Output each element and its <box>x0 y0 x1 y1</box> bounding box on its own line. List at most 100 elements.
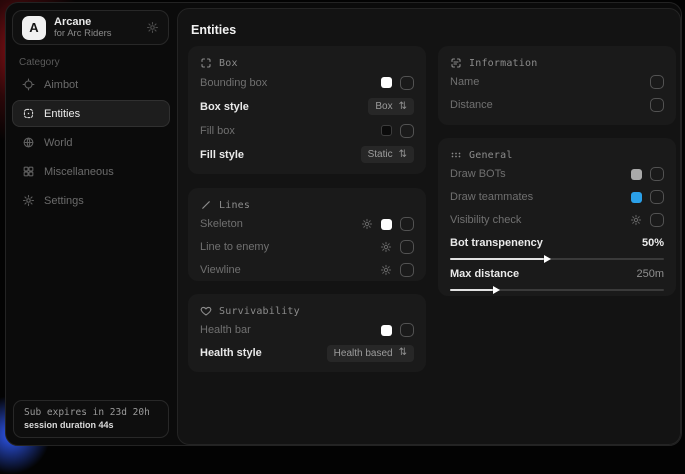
brand-text: Arcane for Arc Riders <box>54 16 112 40</box>
color-swatch[interactable] <box>631 192 642 203</box>
page-title: Entities <box>191 23 236 37</box>
checkbox-visibility-check[interactable] <box>650 213 664 227</box>
checkbox-skeleton[interactable] <box>400 217 414 231</box>
setting-row-draw-teammates: Draw teammates <box>450 186 664 208</box>
slider-fill[interactable] <box>450 289 493 291</box>
scan-text-icon <box>450 57 462 69</box>
color-swatch[interactable] <box>381 77 392 88</box>
card-box: Box Bounding box Box style Box ⇅ <box>188 46 426 174</box>
color-swatch[interactable] <box>381 125 392 136</box>
slider-value: 250m <box>636 268 664 280</box>
setting-label: Box style <box>200 101 249 113</box>
color-swatch[interactable] <box>381 219 392 230</box>
setting-row-health-bar: Health bar <box>200 319 414 341</box>
checkbox-bounding-box[interactable] <box>400 76 414 90</box>
checkbox-viewline[interactable] <box>400 263 414 277</box>
setting-label: Fill box <box>200 125 235 137</box>
setting-row-health-style: Health style Health based ⇅ <box>200 342 414 364</box>
subscription-expiry: Sub expires in 23d 20h <box>24 407 158 418</box>
config-gear-icon[interactable] <box>630 214 642 226</box>
card-title: General <box>469 150 513 161</box>
sidebar-item-miscellaneous[interactable]: Miscellaneous <box>12 158 170 185</box>
slider-row-bot-transparency: Bot transpenency 50% <box>450 233 664 253</box>
crosshair-icon <box>22 78 35 91</box>
card-box-header: Box <box>200 56 414 70</box>
setting-row-distance: Distance <box>450 94 664 116</box>
setting-row-fill-box: Fill box <box>200 119 414 142</box>
setting-label: Health style <box>200 347 262 359</box>
color-swatch[interactable] <box>631 169 642 180</box>
setting-label: Draw BOTs <box>450 168 506 180</box>
brand-card: A Arcane for Arc Riders <box>12 10 169 45</box>
app-name: Arcane <box>54 16 112 28</box>
dropdown-fill-style[interactable]: Static ⇅ <box>361 146 414 163</box>
dropdown-health-style[interactable]: Health based ⇅ <box>327 345 414 362</box>
card-general-header: General <box>450 148 664 162</box>
card-survivability: Survivability Health bar Health style He… <box>188 294 426 372</box>
sidebar-item-settings[interactable]: Settings <box>12 187 170 214</box>
setting-row-viewline: Viewline <box>200 259 414 281</box>
dots-grid-icon <box>450 149 462 161</box>
sidebar: A Arcane for Arc Riders Category <box>6 3 176 445</box>
gear-icon <box>22 194 35 207</box>
card-information-header: Information <box>450 56 664 70</box>
slider-fill[interactable] <box>450 258 544 260</box>
setting-label: Name <box>450 76 479 88</box>
setting-label: Draw teammates <box>450 191 533 203</box>
checkbox-draw-bots[interactable] <box>650 167 664 181</box>
setting-row-draw-bots: Draw BOTs <box>450 163 664 185</box>
app-subtitle: for Arc Riders <box>54 29 112 39</box>
heart-icon <box>200 305 212 317</box>
subscription-card: Sub expires in 23d 20h session duration … <box>13 400 169 438</box>
config-gear-icon[interactable] <box>380 264 392 276</box>
dropdown-box-style[interactable]: Box ⇅ <box>368 98 414 115</box>
setting-row-line-to-enemy: Line to enemy <box>200 236 414 258</box>
card-survivability-header: Survivability <box>200 304 414 318</box>
card-title: Box <box>219 58 238 69</box>
setting-row-name: Name <box>450 71 664 93</box>
scan-box-icon <box>200 57 212 69</box>
card-lines-header: Lines <box>200 198 414 212</box>
config-gear-icon[interactable] <box>361 218 373 230</box>
checkbox-distance[interactable] <box>650 98 664 112</box>
sort-arrows-icon: ⇅ <box>399 348 407 358</box>
slider-max-distance[interactable] <box>450 289 664 291</box>
slider-label: Bot transpenency <box>450 237 543 249</box>
checkbox-draw-teammates[interactable] <box>650 190 664 204</box>
app-logo: A <box>22 16 46 40</box>
setting-label: Fill style <box>200 149 244 161</box>
setting-label: Line to enemy <box>200 241 269 253</box>
sidebar-item-label: World <box>44 137 73 149</box>
setting-label: Visibility check <box>450 214 521 226</box>
sidebar-item-label: Aimbot <box>44 79 78 91</box>
checkbox-line-to-enemy[interactable] <box>400 240 414 254</box>
session-duration: session duration 44s <box>24 420 158 430</box>
settings-gear-icon[interactable] <box>146 21 159 34</box>
checkbox-health-bar[interactable] <box>400 323 414 337</box>
card-title: Survivability <box>219 306 300 317</box>
setting-row-bounding-box: Bounding box <box>200 71 414 94</box>
card-title: Lines <box>219 200 250 211</box>
app-window: A Arcane for Arc Riders Category <box>5 2 682 446</box>
sidebar-item-aimbot[interactable]: Aimbot <box>12 71 170 98</box>
slider-value: 50% <box>642 237 664 249</box>
setting-label: Skeleton <box>200 218 243 230</box>
setting-label: Bounding box <box>200 77 267 89</box>
checkbox-name[interactable] <box>650 75 664 89</box>
color-swatch[interactable] <box>381 325 392 336</box>
diagonal-line-icon <box>200 199 212 211</box>
setting-row-skeleton: Skeleton <box>200 213 414 235</box>
sidebar-item-label: Miscellaneous <box>44 166 114 178</box>
checkbox-fill-box[interactable] <box>400 124 414 138</box>
sort-arrows-icon: ⇅ <box>399 150 407 160</box>
sidebar-item-world[interactable]: World <box>12 129 170 156</box>
card-lines: Lines Skeleton Line to enemy <box>188 188 426 281</box>
category-label: Category <box>19 57 60 68</box>
card-title: Information <box>469 58 537 69</box>
sidebar-nav: Aimbot Entities World <box>12 71 170 216</box>
config-gear-icon[interactable] <box>380 241 392 253</box>
setting-label: Health bar <box>200 324 251 336</box>
setting-row-fill-style: Fill style Static ⇅ <box>200 143 414 166</box>
slider-bot-transparency[interactable] <box>450 258 664 260</box>
sidebar-item-entities[interactable]: Entities <box>12 100 170 127</box>
